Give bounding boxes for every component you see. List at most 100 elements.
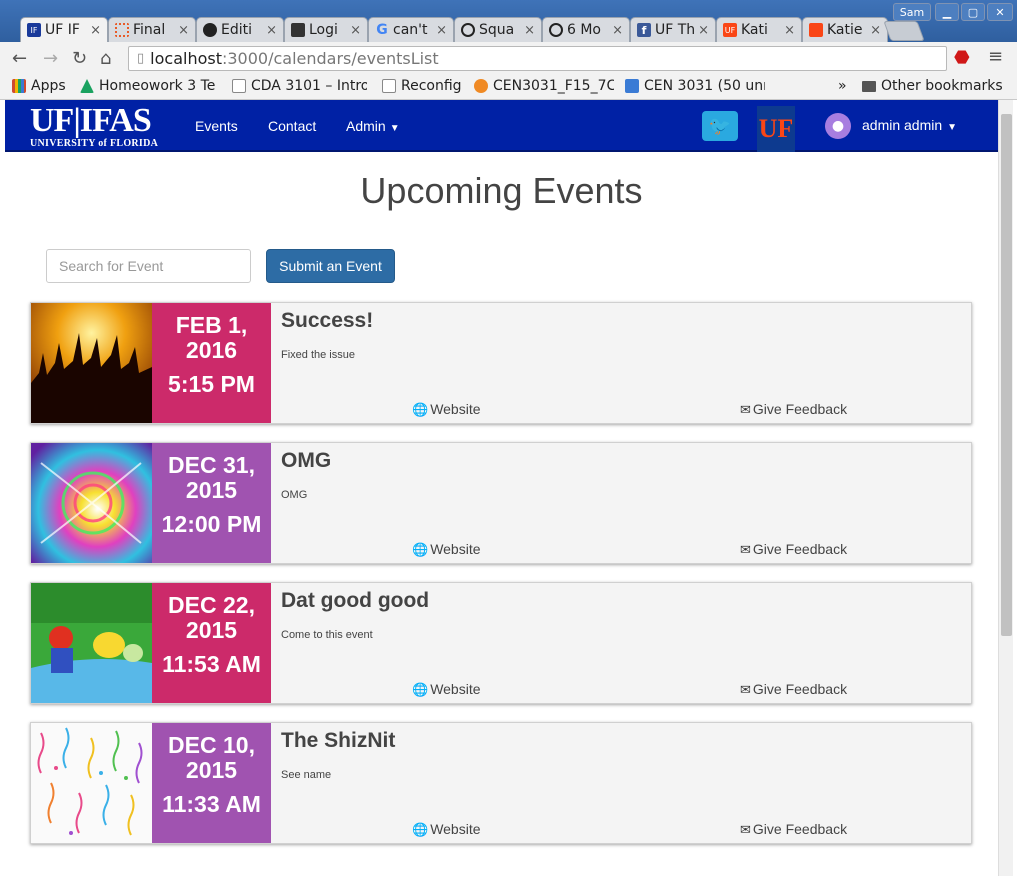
- event-website-link[interactable]: 🌐 Website: [412, 401, 481, 418]
- event-date-box: DEC 10, 2015 11:33 AM: [152, 723, 271, 843]
- twitter-icon[interactable]: 🐦: [702, 111, 738, 141]
- event-website-link[interactable]: 🌐 Website: [412, 541, 481, 558]
- squarespace-icon: [461, 23, 475, 37]
- browser-tab-9[interactable]: UF Kati ×: [716, 17, 802, 42]
- confetti-image: [31, 723, 152, 843]
- event-card[interactable]: FEB 1, 2016 5:15 PM Success! Fixed the i…: [30, 302, 972, 424]
- reload-icon[interactable]: ↻: [72, 48, 87, 69]
- event-date-box: FEB 1, 2016 5:15 PM: [152, 303, 271, 423]
- globe-icon: 🌐: [412, 682, 429, 697]
- bookmarks-overflow-button[interactable]: »: [838, 78, 847, 94]
- browser-tab-2[interactable]: Final ×: [108, 17, 196, 42]
- close-icon[interactable]: ×: [784, 23, 795, 38]
- close-icon[interactable]: ×: [266, 23, 277, 38]
- browser-tab-4[interactable]: Logi ×: [284, 17, 368, 42]
- adblock-icon[interactable]: ⬣: [954, 47, 970, 68]
- bookmark-homework[interactable]: Homeowork 3 Te: [80, 78, 220, 94]
- page-icon: [382, 79, 396, 93]
- event-feedback-link[interactable]: ✉ Give Feedback: [740, 541, 847, 558]
- home-icon[interactable]: ⌂: [100, 48, 111, 69]
- envelope-icon: ✉: [740, 822, 751, 837]
- tab-strip: IF UF IF × Final × Editi × Logi × G can't × S…: [0, 0, 1017, 42]
- cartoon-river-image: [31, 583, 152, 703]
- back-arrow-icon[interactable]: ←: [12, 48, 27, 69]
- facebook-icon: f: [637, 23, 651, 37]
- event-feedback-link[interactable]: ✉ Give Feedback: [740, 821, 847, 838]
- lock-favicon-icon: [291, 23, 305, 37]
- drive-icon: [80, 79, 94, 93]
- event-date-box: DEC 22, 2015 11:53 AM: [152, 583, 271, 703]
- page-icon: [232, 79, 246, 93]
- globe-icon: 🌐: [412, 822, 429, 837]
- browser-tab-6[interactable]: Squa ×: [454, 17, 542, 42]
- event-website-link[interactable]: 🌐 Website: [412, 821, 481, 838]
- browser-tab-3[interactable]: Editi ×: [196, 17, 284, 42]
- close-icon[interactable]: ×: [178, 23, 189, 38]
- minimize-icon[interactable]: ▁: [935, 3, 959, 21]
- scrollbar-thumb[interactable]: [1001, 114, 1012, 636]
- loading-icon: [115, 23, 129, 37]
- nav-events[interactable]: Events: [195, 118, 238, 134]
- page-scrollbar[interactable]: [998, 100, 1013, 876]
- close-icon[interactable]: ×: [350, 23, 361, 38]
- maximize-icon[interactable]: ▢: [961, 3, 985, 21]
- event-card[interactable]: DEC 10, 2015 11:33 AM The ShizNit See na…: [30, 722, 972, 844]
- close-icon[interactable]: ×: [870, 23, 881, 38]
- p-favicon-icon: [625, 79, 639, 93]
- address-bar[interactable]: ▯ localhost:3000/calendars/eventsList: [128, 46, 947, 71]
- concert-crowd-image: [31, 303, 152, 423]
- event-website-link[interactable]: 🌐 Website: [412, 681, 481, 698]
- close-icon[interactable]: ×: [698, 23, 709, 38]
- new-tab-button[interactable]: [883, 21, 925, 41]
- close-window-icon[interactable]: ✕: [987, 3, 1013, 21]
- event-feedback-link[interactable]: ✉ Give Feedback: [740, 401, 847, 418]
- event-card[interactable]: DEC 31, 2015 12:00 PM OMG OMG 🌐 Website ✉…: [30, 442, 972, 564]
- close-icon[interactable]: ×: [524, 23, 535, 38]
- uf-ifas-logo[interactable]: UF|IFAS UNIVERSITY of FLORIDA: [30, 104, 158, 150]
- apps-grid-icon: [12, 79, 26, 93]
- profile-button[interactable]: Sam: [893, 3, 931, 21]
- nav-admin-dropdown[interactable]: Admin ▼: [346, 118, 400, 134]
- browser-tab-7[interactable]: 6 Mo ×: [542, 17, 630, 42]
- bookmark-cen3031[interactable]: CEN 3031 (50 unre: [625, 78, 765, 94]
- folder-icon: [862, 80, 876, 92]
- event-title[interactable]: Dat good good: [281, 589, 429, 613]
- browser-tab-8[interactable]: f UF Th ×: [630, 17, 716, 42]
- browser-tab-10[interactable]: Katie ×: [802, 17, 888, 42]
- close-icon[interactable]: ×: [612, 23, 623, 38]
- page-icon: ▯: [137, 51, 145, 66]
- envelope-icon: ✉: [740, 682, 751, 697]
- bookmarks-bar: Apps Homeowork 3 Te CDA 3101 – Introc Re…: [0, 74, 1017, 100]
- event-title[interactable]: OMG: [281, 449, 331, 473]
- browser-chrome: IF UF IF × Final × Editi × Logi × G can't × S…: [0, 0, 1017, 100]
- bookmark-cda[interactable]: CDA 3101 – Introc: [232, 78, 367, 94]
- nav-contact[interactable]: Contact: [268, 118, 316, 134]
- event-title[interactable]: The ShizNit: [281, 729, 395, 753]
- event-search-input[interactable]: [46, 249, 251, 283]
- browser-tab-1[interactable]: IF UF IF ×: [20, 17, 108, 42]
- event-description: Fixed the issue: [281, 349, 355, 361]
- user-avatar-icon[interactable]: ●: [825, 113, 851, 139]
- event-card[interactable]: DEC 22, 2015 11:53 AM Dat good good Come…: [30, 582, 972, 704]
- bookmark-cen3031-f15[interactable]: CEN3031_F15_7C: [474, 78, 614, 94]
- event-description: See name: [281, 769, 332, 781]
- close-icon[interactable]: ×: [90, 23, 101, 38]
- submit-event-button[interactable]: Submit an Event: [266, 249, 395, 283]
- event-feedback-link[interactable]: ✉ Give Feedback: [740, 681, 847, 698]
- other-bookmarks[interactable]: Other bookmarks: [862, 78, 1003, 94]
- event-title[interactable]: Success!: [281, 309, 373, 333]
- bookmark-apps[interactable]: Apps: [12, 78, 66, 94]
- close-icon[interactable]: ×: [436, 23, 447, 38]
- uf-favicon-icon: UF: [723, 23, 737, 37]
- forward-arrow-icon[interactable]: →: [43, 48, 58, 69]
- browser-tab-5[interactable]: G can't ×: [368, 17, 454, 42]
- uf-badge-icon[interactable]: UF: [757, 106, 795, 152]
- event-description: OMG: [281, 489, 308, 501]
- ifas-favicon-icon: IF: [27, 23, 41, 37]
- orange-circle-icon: [474, 79, 488, 93]
- bookmark-reconfig[interactable]: Reconfig: [382, 78, 462, 94]
- event-description: Come to this event: [281, 629, 373, 641]
- menu-icon[interactable]: ≡: [988, 46, 1003, 67]
- user-menu-dropdown[interactable]: admin admin ▼: [862, 117, 957, 133]
- caret-down-icon: ▼: [947, 122, 958, 133]
